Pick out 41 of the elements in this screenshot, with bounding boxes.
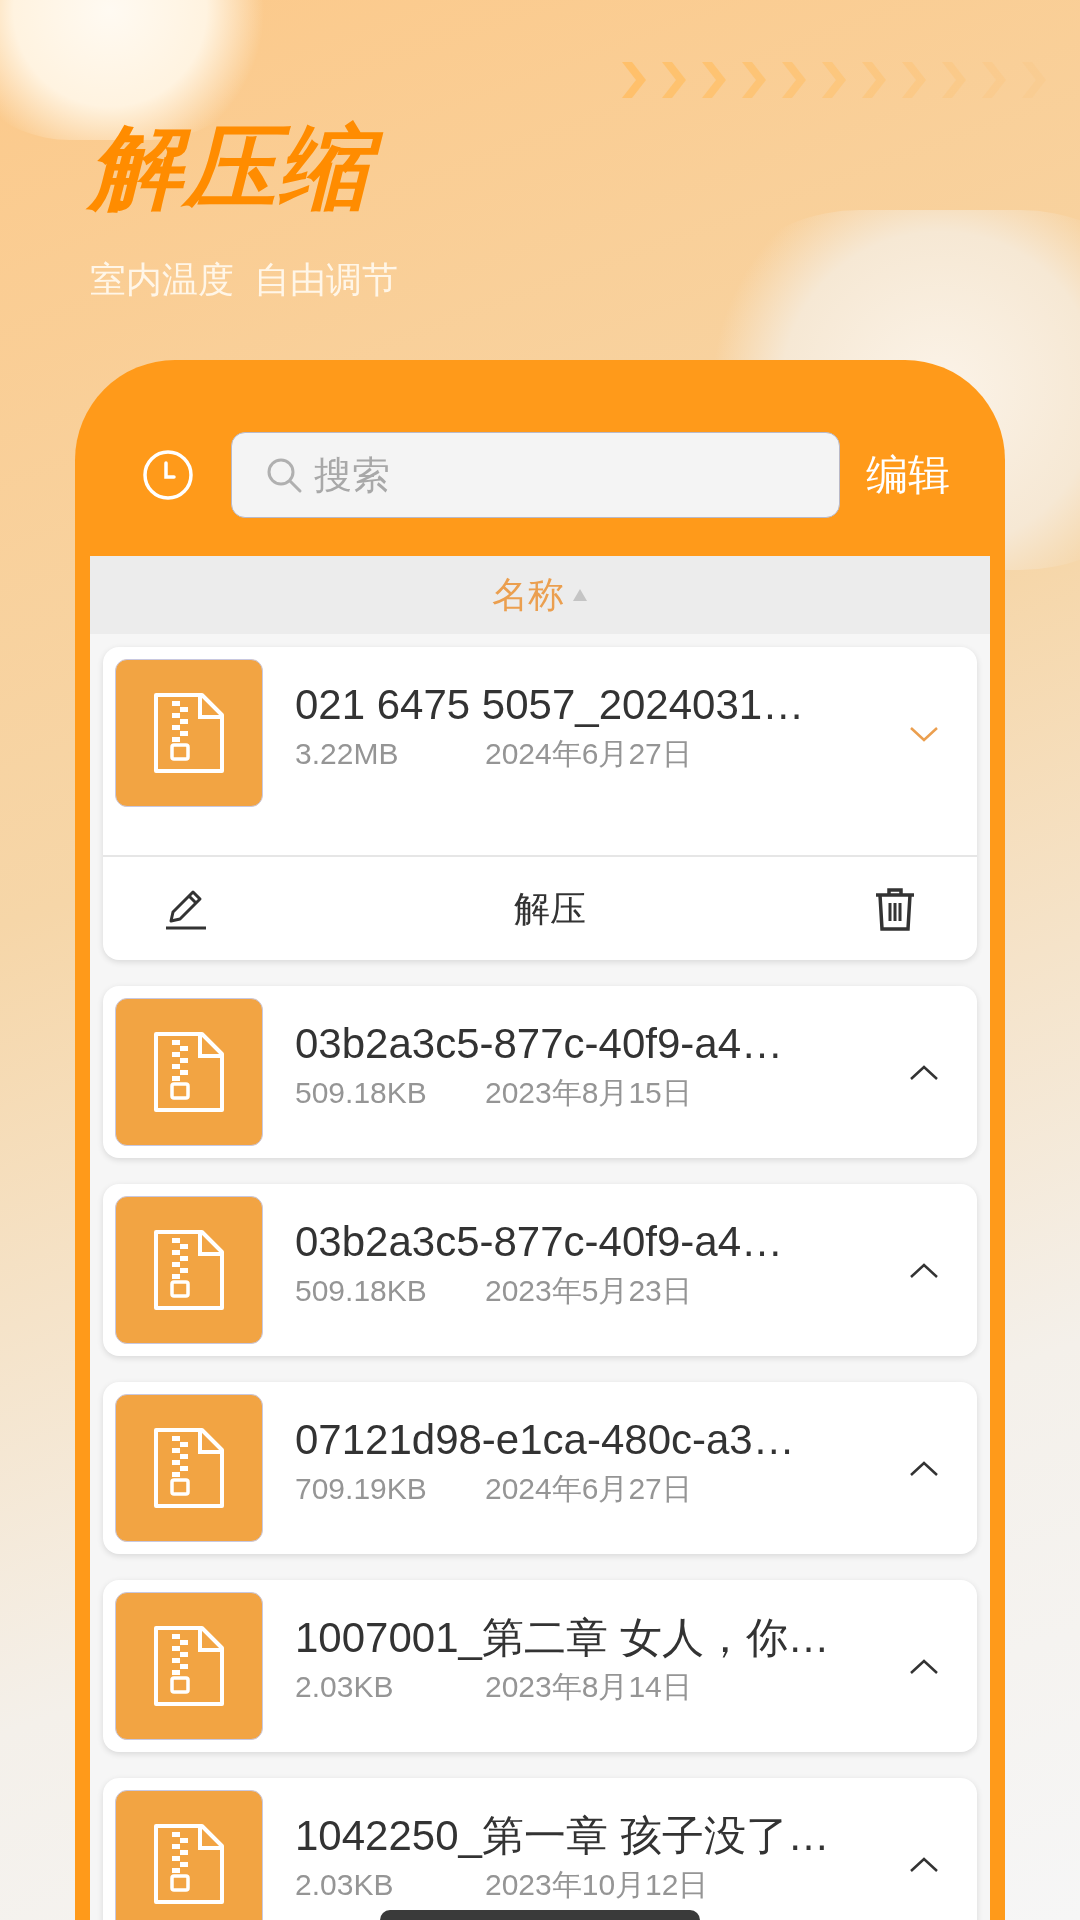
file-size: 3.22MB: [295, 736, 400, 772]
file-size: 2.03KB: [295, 1867, 395, 1903]
search-icon: [265, 456, 303, 494]
chevron-up-icon[interactable]: [909, 1460, 939, 1478]
file-card[interactable]: 1042250_第一章 孩子没了… 2.03KB 2023年10月12日: [103, 1778, 977, 1920]
extract-button[interactable]: 解压: [514, 881, 586, 936]
file-card[interactable]: 03b2a3c5-877c-40f9-a4… 509.18KB 2023年5月23日: [103, 1184, 977, 1356]
file-size: 509.18KB: [295, 1273, 428, 1309]
sort-label: 名称: [492, 573, 564, 617]
file-date: 2024年6月27日: [485, 736, 692, 772]
file-name: 1007001_第二章 女人，你…: [295, 1613, 830, 1663]
file-card[interactable]: 03b2a3c5-877c-40f9-a4… 509.18KB 2023年8月15日: [103, 986, 977, 1158]
search-field[interactable]: 搜索: [231, 432, 840, 518]
file-size: 509.18KB: [295, 1075, 428, 1111]
file-name: 03b2a3c5-877c-40f9-a4…: [295, 1217, 783, 1267]
zip-file-icon: [115, 1592, 263, 1740]
zip-file-icon: [115, 1394, 263, 1542]
file-name: 021 6475 5057_2024031…: [295, 680, 805, 730]
file-name: 03b2a3c5-877c-40f9-a4…: [295, 1019, 783, 1069]
file-card[interactable]: 1007001_第二章 女人，你… 2.03KB 2023年8月14日: [103, 1580, 977, 1752]
file-size: 709.19KB: [295, 1471, 428, 1507]
chevron-up-icon[interactable]: [909, 1658, 939, 1676]
banner-subtitle: 室内温度 自由调节: [90, 258, 398, 302]
file-date: 2023年10月12日: [485, 1867, 709, 1903]
file-date: 2023年8月14日: [485, 1669, 692, 1705]
zip-file-icon: [115, 1196, 263, 1344]
zip-file-icon: [115, 1790, 263, 1920]
file-date: 2024年6月27日: [485, 1471, 692, 1507]
zip-file-icon: [115, 659, 263, 807]
file-name: 1042250_第一章 孩子没了…: [295, 1811, 830, 1861]
chevron-up-icon[interactable]: [909, 1064, 939, 1082]
file-card[interactable]: 021 6475 5057_2024031… 3.22MB 2024年6月27日 解压: [103, 647, 977, 960]
file-size: 2.03KB: [295, 1669, 395, 1705]
trash-icon[interactable]: [873, 885, 917, 932]
file-date: 2023年8月15日: [485, 1075, 692, 1111]
zip-file-icon: [115, 998, 263, 1146]
file-card[interactable]: 07121d98-e1ca-480c-a3… 709.19KB 2024年6月27日: [103, 1382, 977, 1554]
file-date: 2023年5月23日: [485, 1273, 692, 1309]
chevron-up-icon[interactable]: [909, 1262, 939, 1280]
file-name: 07121d98-e1ca-480c-a3…: [295, 1415, 795, 1465]
chevron-up-icon[interactable]: [909, 1856, 939, 1874]
